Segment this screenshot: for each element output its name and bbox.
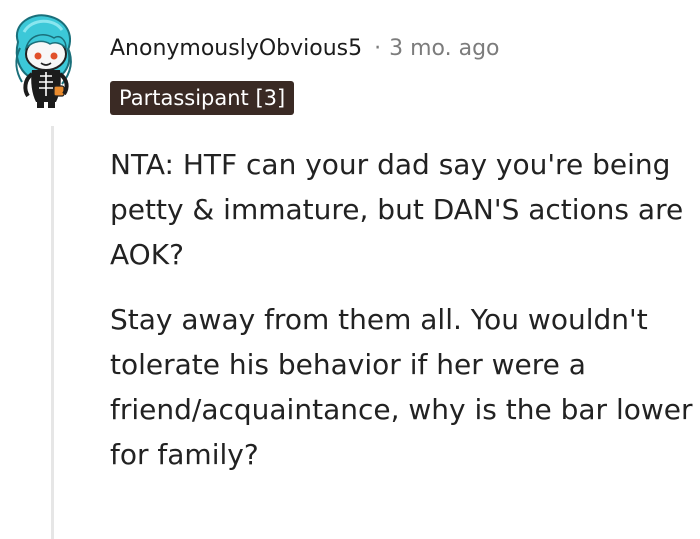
snoo-avatar-icon [15, 14, 72, 108]
comment-header: AnonymouslyObvious5 · 3 mo. ago [110, 30, 500, 66]
comment-timestamp[interactable]: 3 mo. ago [389, 36, 499, 61]
user-avatar[interactable] [10, 12, 82, 110]
meta-separator: · [374, 35, 382, 61]
comment-paragraph: NTA: HTF can your dad say you're being p… [110, 148, 684, 271]
author-username[interactable]: AnonymouslyObvious5 [110, 36, 362, 61]
comment-body: NTA: HTF can your dad say you're being p… [110, 142, 695, 477]
thread-collapse-line[interactable] [51, 126, 54, 539]
user-flair-badge: Partassipant [3] [110, 81, 295, 115]
comment-paragraph: Stay away from them all. You wouldn't to… [110, 303, 693, 471]
comment: AnonymouslyObvious5 · 3 mo. ago Partassi… [0, 0, 700, 539]
